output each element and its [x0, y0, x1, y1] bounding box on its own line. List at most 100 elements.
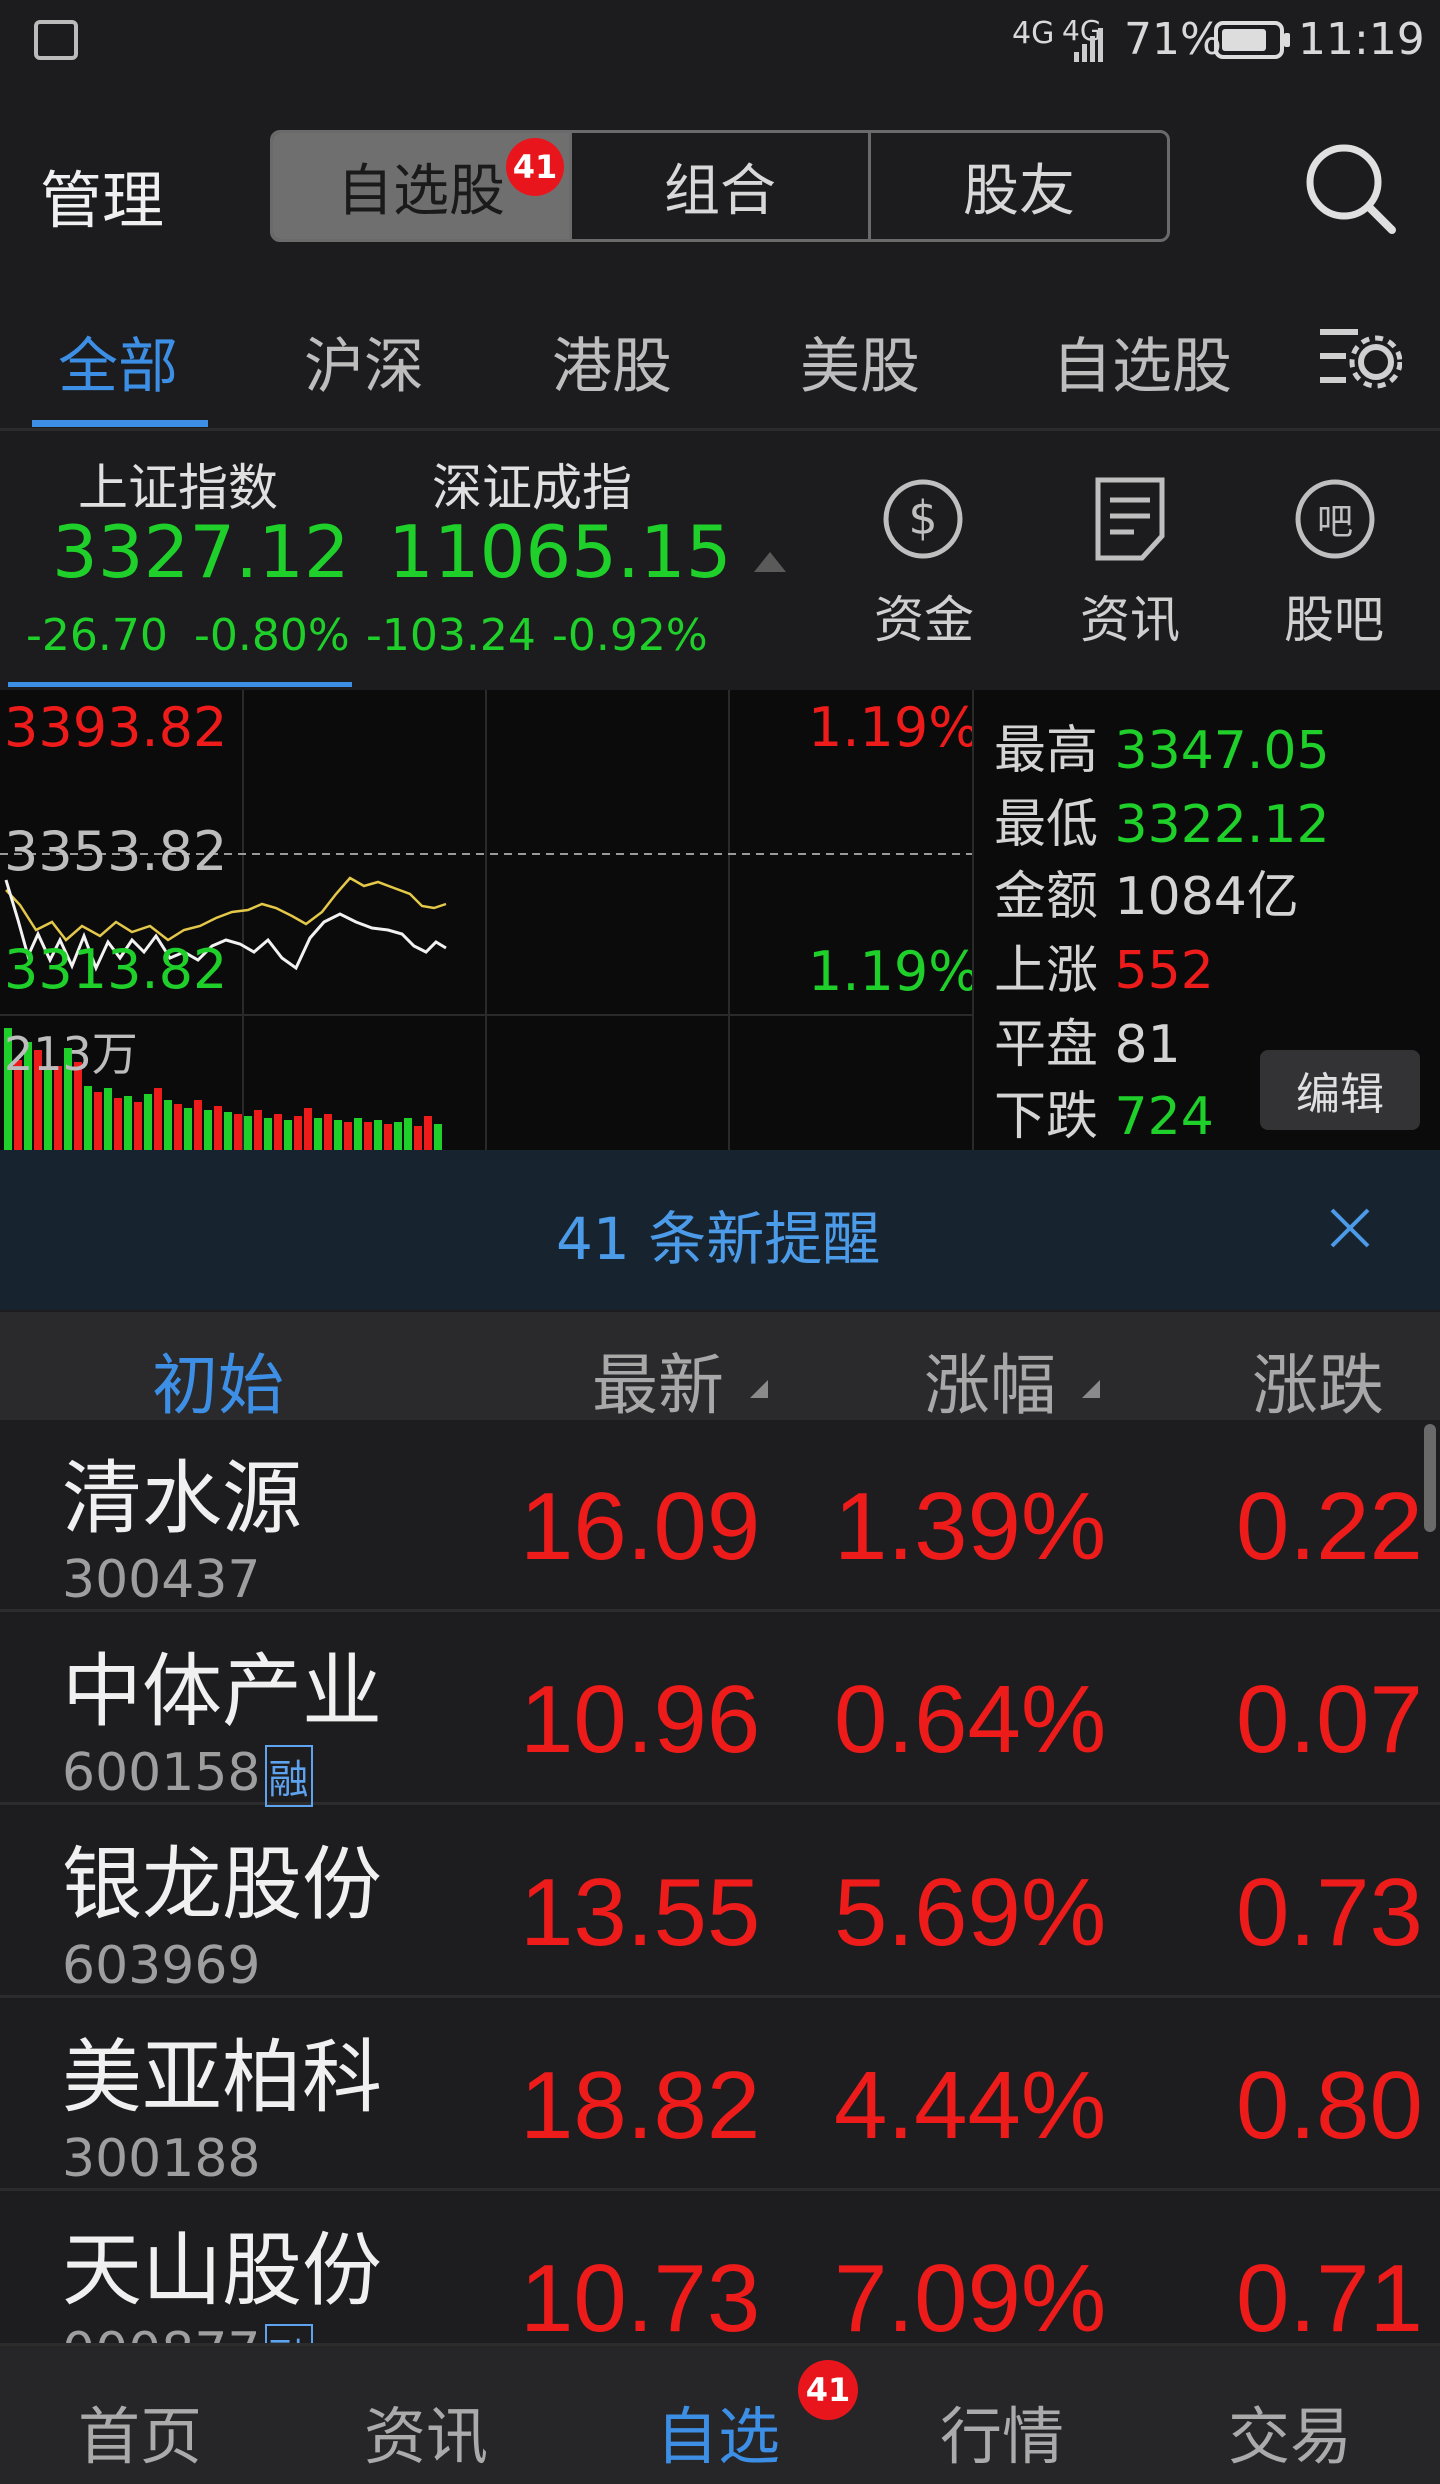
- nav-watchlist-badge: 41: [798, 2360, 858, 2420]
- sort-change[interactable]: 涨跌: [1252, 1332, 1440, 1428]
- stat-low: 最低 3322.12: [994, 795, 1330, 855]
- scrollbar[interactable]: [1424, 1424, 1436, 1532]
- expand-triangle-icon[interactable]: [752, 550, 788, 574]
- market-stats-panel: 最高 3347.05 最低 3322.12 金额 1084亿 上涨 552 平盘…: [972, 690, 1440, 1150]
- index-value-sh: 3327.12: [52, 510, 350, 594]
- divider: [0, 428, 1440, 431]
- stat-down: 下跌 724: [994, 1087, 1214, 1147]
- sort-pct[interactable]: 涨幅: [924, 1332, 1056, 1428]
- search-icon[interactable]: [1300, 138, 1400, 238]
- stock-code: 600158 融: [62, 1743, 313, 1807]
- stock-row[interactable]: 中体产业 600158 融 10.96 0.64% 0.07: [0, 1615, 1440, 1807]
- stat-flat: 平盘 81: [994, 1015, 1181, 1075]
- stock-row[interactable]: 银龙股份 603969 13.55 5.69% 0.73: [0, 1808, 1440, 1998]
- stock-name: 清水源: [62, 1452, 302, 1545]
- tab-custom[interactable]: 自选股: [1052, 318, 1252, 405]
- divider: [972, 690, 974, 1150]
- stock-code: 300437: [62, 1550, 261, 1610]
- stock-change: 0.71: [1236, 2245, 1423, 2346]
- money-icon[interactable]: $: [880, 476, 966, 562]
- tool-money-label[interactable]: 资金: [874, 580, 974, 652]
- svg-text:吧: 吧: [1317, 502, 1353, 543]
- stock-name: 美亚柏科: [62, 2031, 382, 2124]
- stock-name: 银龙股份: [62, 1838, 382, 1931]
- stock-price: 13.55: [520, 1859, 761, 1966]
- margin-badge: 融: [264, 1745, 313, 1807]
- stock-price: 10.73: [520, 2245, 761, 2346]
- stock-row[interactable]: 美亚柏科 300188 18.82 4.44% 0.80: [0, 2001, 1440, 2191]
- alert-bar[interactable]: 41 条新提醒: [0, 1150, 1440, 1310]
- segment-friends[interactable]: 股友: [868, 133, 1167, 239]
- tool-forum-label[interactable]: 股吧: [1284, 580, 1384, 652]
- bottom-nav: 首页 资讯 自选 行情 交易 41: [0, 2346, 1440, 2484]
- chart-volume-label: 213万: [4, 1027, 138, 1081]
- stock-change: 0.73: [1236, 1859, 1423, 1966]
- index-value-sz: 11065.15: [388, 510, 732, 594]
- stock-pct: 7.09%: [834, 2245, 1107, 2346]
- stock-row[interactable]: 天山股份 000877融 10.73 7.09% 0.71: [0, 2194, 1440, 2346]
- stock-price: 16.09: [520, 1473, 761, 1580]
- manage-button[interactable]: 管理: [40, 150, 164, 240]
- close-icon[interactable]: [1328, 1206, 1372, 1250]
- battery-percent: 71%: [1124, 14, 1222, 65]
- average-price-line: [5, 876, 447, 942]
- edit-button[interactable]: 编辑: [1260, 1050, 1420, 1130]
- intraday-chart[interactable]: 3393.82 3353.82 3313.82 1.19% 1.19% 213万: [0, 690, 980, 1150]
- segment-portfolio[interactable]: 组合: [569, 133, 868, 239]
- stock-change: 0.80: [1236, 2052, 1423, 2159]
- active-tab-indicator: [32, 420, 208, 427]
- chart-low-label: 3313.82: [4, 938, 228, 1001]
- stock-pct: 4.44%: [834, 2052, 1107, 2159]
- stock-pct: 1.39%: [834, 1473, 1107, 1580]
- stock-row[interactable]: 清水源 300437 16.09 1.39% 0.22: [0, 1422, 1440, 1612]
- forum-icon[interactable]: 吧: [1292, 476, 1378, 562]
- gallery-icon: [34, 20, 78, 60]
- nav-watchlist[interactable]: 自选: [656, 2386, 780, 2476]
- index-pct-sz: -0.92%: [552, 610, 708, 661]
- stock-code: 000877融: [62, 2322, 313, 2343]
- stock-pct: 5.69%: [834, 1859, 1107, 1966]
- nav-home[interactable]: 首页: [78, 2386, 202, 2476]
- index-change-sh: -26.70: [26, 610, 168, 661]
- news-icon[interactable]: [1090, 476, 1170, 564]
- tab-all[interactable]: 全部: [58, 318, 178, 405]
- nav-news[interactable]: 资讯: [364, 2386, 488, 2476]
- stock-name: 天山股份: [62, 2224, 382, 2317]
- tab-hushen[interactable]: 沪深: [304, 318, 424, 405]
- status-bar: 4G 4G 71% 11:19: [0, 0, 1440, 80]
- chart-mid-label: 3353.82: [4, 820, 228, 883]
- sort-initial[interactable]: 初始: [152, 1332, 284, 1428]
- sort-arrow-icon: [750, 1380, 768, 1398]
- tab-hk[interactable]: 港股: [552, 318, 672, 405]
- sort-latest[interactable]: 最新: [592, 1332, 724, 1428]
- stock-code: 603969: [62, 1936, 261, 1996]
- stock-name: 中体产业: [62, 1645, 382, 1738]
- battery-icon: [1214, 21, 1290, 59]
- margin-badge: 融: [264, 2324, 313, 2343]
- sort-arrow-icon: [1082, 1380, 1100, 1398]
- settings-filter-icon[interactable]: [1318, 322, 1402, 392]
- stock-code: 300188: [62, 2129, 261, 2189]
- nav-trade[interactable]: 交易: [1228, 2386, 1352, 2476]
- stat-high: 最高 3347.05: [994, 721, 1330, 781]
- chart-high-label: 3393.82: [4, 696, 228, 759]
- signal-icon: [1074, 28, 1103, 62]
- stock-pct: 0.64%: [834, 1666, 1107, 1773]
- alert-text[interactable]: 41 条新提醒: [556, 1192, 880, 1276]
- index-pct-sh: -0.80%: [194, 610, 350, 661]
- stock-price: 18.82: [520, 2052, 761, 2159]
- top-segment-control: 自选股 组合 股友: [270, 130, 1170, 242]
- stat-amount: 金额 1084亿: [994, 867, 1299, 927]
- index-change-sz: -103.24: [366, 610, 536, 661]
- tab-us[interactable]: 美股: [800, 318, 920, 405]
- stock-change: 0.07: [1236, 1666, 1423, 1773]
- signal-label-1: 4G: [1012, 16, 1055, 51]
- nav-market[interactable]: 行情: [940, 2386, 1064, 2476]
- tool-news-label[interactable]: 资讯: [1080, 580, 1180, 652]
- chart-pct-top: 1.19%: [808, 696, 980, 759]
- index-selected-indicator: [8, 682, 352, 687]
- stock-price: 10.96: [520, 1666, 761, 1773]
- chart-pct-bottom: 1.19%: [808, 940, 980, 1003]
- clock: 11:19: [1298, 14, 1425, 65]
- watchlist-badge: 41: [506, 138, 564, 196]
